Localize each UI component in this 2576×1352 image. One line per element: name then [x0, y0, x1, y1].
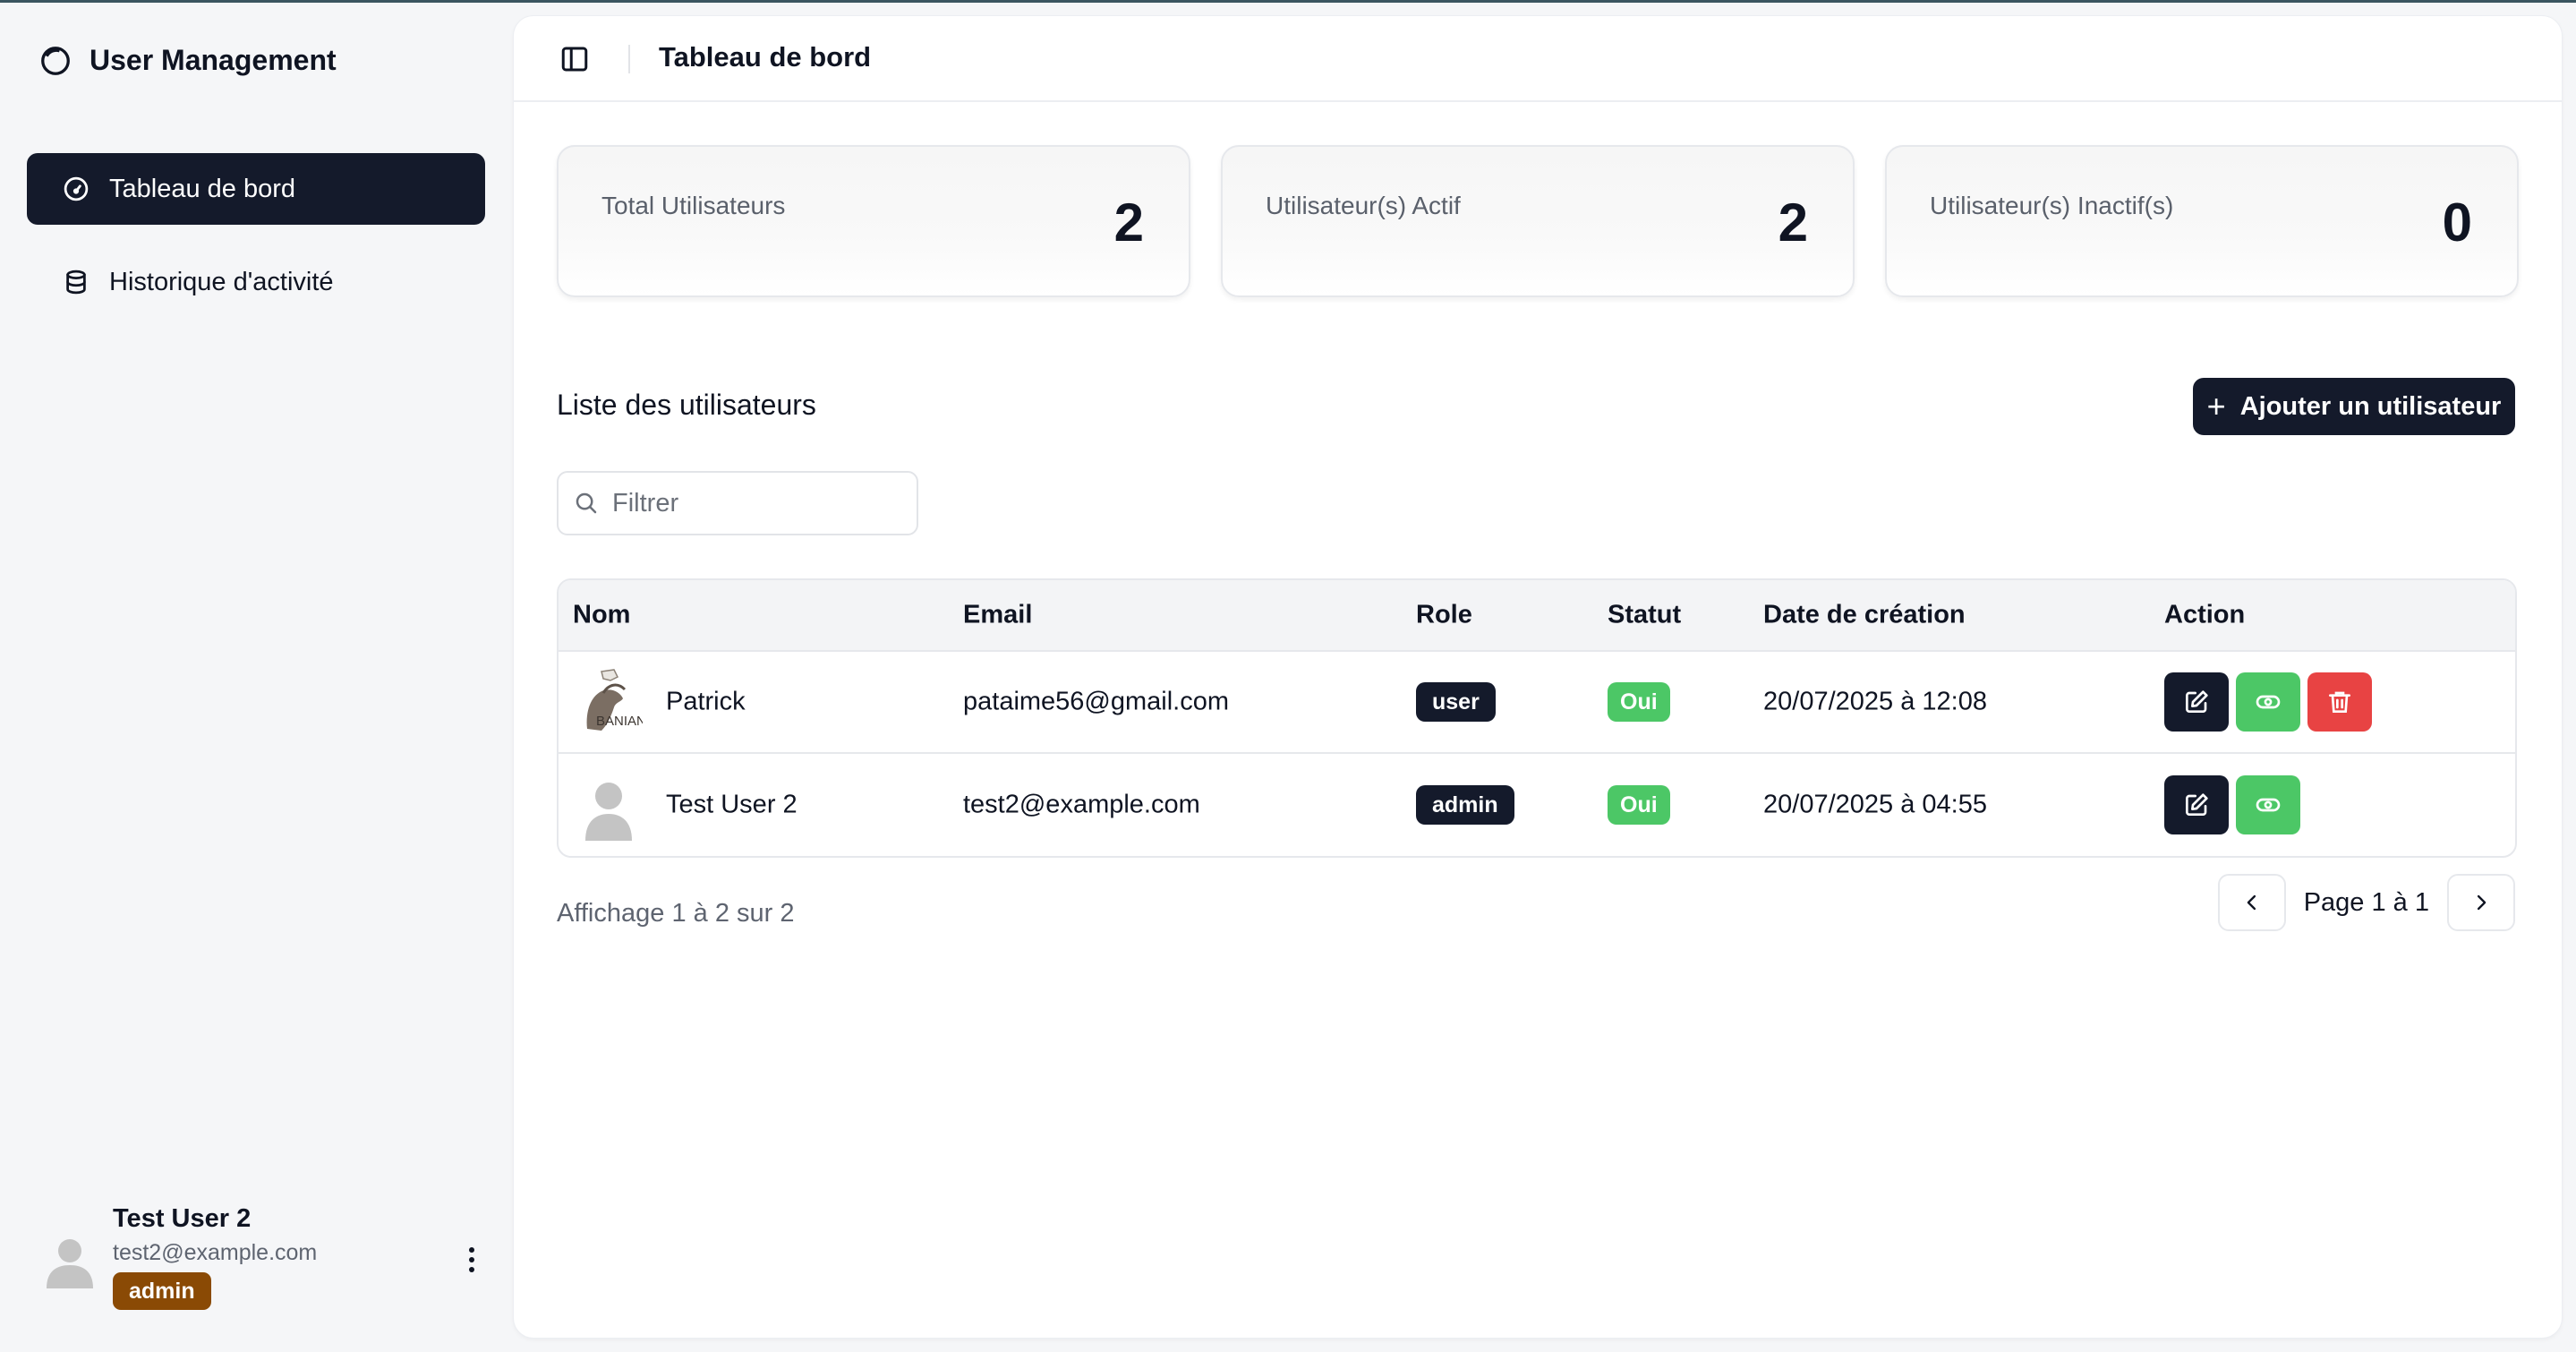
plus-icon: +: [2206, 388, 2226, 424]
edit-button[interactable]: [2164, 672, 2229, 732]
table-row[interactable]: BANIAN Patrick pataime56@gmail.com user …: [559, 652, 2515, 754]
avatar: BANIAN: [575, 666, 643, 738]
status-badge: Oui: [1608, 682, 1670, 722]
logo-icon: [41, 46, 70, 75]
stat-value: 2: [1778, 193, 1808, 252]
current-user-name: Test User 2: [113, 1204, 252, 1233]
current-user-email: test2@example.com: [113, 1240, 318, 1265]
header-divider: [628, 45, 630, 73]
column-header-action: Action: [2164, 600, 2246, 629]
section-title: Liste des utilisateurs: [557, 389, 816, 421]
eye-icon: [2256, 695, 2281, 709]
column-header-created[interactable]: Date de création: [1763, 601, 1966, 630]
current-user-role-badge: admin: [113, 1272, 211, 1310]
user-name: Test User 2: [666, 790, 798, 819]
previous-page-button[interactable]: [2217, 874, 2286, 931]
add-user-button[interactable]: + Ajouter un utilisateur: [2193, 378, 2515, 435]
table-header: Nom Email Role Statut Date de création A…: [559, 580, 2515, 652]
edit-button[interactable]: [2164, 775, 2229, 834]
row-actions: [2164, 775, 2300, 834]
row-actions: [2164, 672, 2372, 732]
column-header-name[interactable]: Nom: [573, 601, 630, 630]
sidebar-nav: Tableau de bord Historique d'activité: [27, 153, 485, 339]
sidebar: User Management Tableau de bord Historiq…: [0, 3, 514, 1352]
page-header: Tableau de bord: [514, 16, 2562, 102]
column-header-status[interactable]: Statut: [1608, 601, 1681, 630]
user-email: test2@example.com: [963, 790, 1200, 819]
created-date: 20/07/2025 à 12:08: [1763, 687, 1987, 716]
page-title: Tableau de bord: [659, 41, 872, 73]
edit-icon: [2186, 793, 2208, 816]
app-title: User Management: [90, 44, 337, 76]
user-name: Patrick: [666, 687, 746, 716]
database-icon: [66, 270, 86, 295]
next-page-button[interactable]: [2447, 874, 2515, 931]
svg-text:BANIAN: BANIAN: [596, 714, 643, 729]
brand[interactable]: User Management: [39, 44, 337, 77]
sidebar-item-dashboard[interactable]: Tableau de bord: [27, 153, 485, 225]
add-user-label: Ajouter un utilisateur: [2239, 391, 2502, 421]
stat-label: Total Utilisateurs: [601, 192, 786, 219]
current-user-card[interactable]: Test User 2 test2@example.com admin: [41, 1202, 485, 1319]
main-panel: Tableau de bord Total Utilisateurs 2 Uti…: [514, 16, 2562, 1338]
stat-card-active: Utilisateur(s) Actif 2: [1221, 145, 1855, 297]
stat-value: 2: [1113, 193, 1144, 252]
view-button[interactable]: [2236, 775, 2300, 834]
stat-label: Utilisateur(s) Inactif(s): [1930, 192, 2174, 219]
stat-value: 0: [2442, 193, 2472, 252]
role-badge: user: [1416, 682, 1496, 722]
users-table: Nom Email Role Statut Date de création A…: [557, 578, 2517, 858]
stat-card-inactive: Utilisateur(s) Inactif(s) 0: [1885, 145, 2519, 297]
created-date: 20/07/2025 à 04:55: [1763, 790, 1987, 819]
role-badge: admin: [1416, 785, 1514, 825]
stat-card-total: Total Utilisateurs 2: [557, 145, 1190, 297]
avatar: [47, 1239, 93, 1288]
view-button[interactable]: [2236, 672, 2300, 732]
filter-field[interactable]: [557, 471, 918, 535]
status-badge: Oui: [1608, 785, 1670, 825]
sidebar-toggle-icon[interactable]: [559, 43, 591, 75]
pagination-summary: Affichage 1 à 2 sur 2: [557, 899, 795, 928]
edit-icon: [2186, 690, 2208, 713]
column-header-email[interactable]: Email: [963, 601, 1032, 630]
sidebar-item-label: Historique d'activité: [109, 267, 334, 296]
gauge-icon: [64, 176, 89, 201]
avatar: [585, 783, 632, 841]
pagination: Page 1 à 1: [2217, 874, 2515, 931]
user-email: pataime56@gmail.com: [963, 687, 1230, 716]
sidebar-item-label: Tableau de bord: [109, 174, 295, 203]
chevron-right-icon: [2477, 894, 2486, 911]
column-header-role[interactable]: Role: [1416, 601, 1472, 630]
table-row[interactable]: Test User 2 test2@example.com admin Oui …: [559, 754, 2515, 856]
stat-label: Utilisateur(s) Actif: [1266, 192, 1461, 219]
page-indicator: Page 1 à 1: [2303, 887, 2429, 917]
search-icon: [576, 492, 597, 514]
more-vertical-icon[interactable]: [458, 1242, 485, 1278]
eye-icon: [2256, 798, 2281, 812]
filter-input[interactable]: [612, 488, 899, 518]
trash-icon: [2329, 691, 2350, 713]
sidebar-item-activity-history[interactable]: Historique d'activité: [27, 246, 485, 318]
chevron-left-icon: [2247, 894, 2256, 911]
delete-button[interactable]: [2307, 672, 2372, 732]
